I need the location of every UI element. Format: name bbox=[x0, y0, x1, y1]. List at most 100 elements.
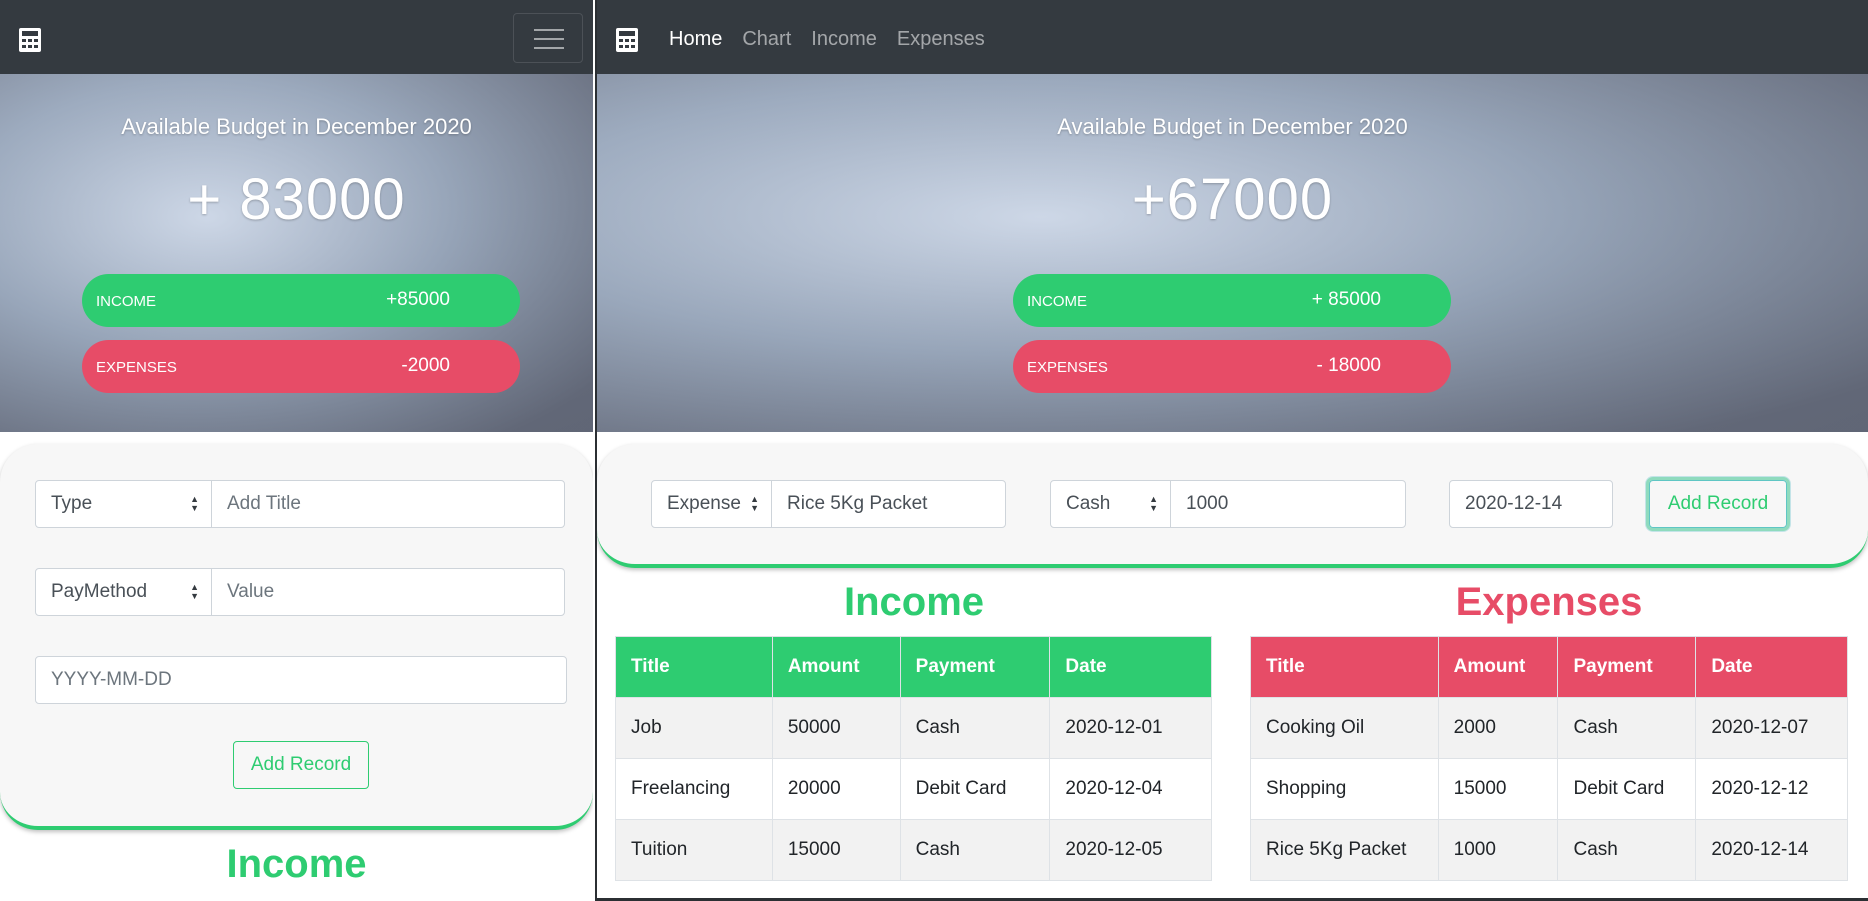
income-summary: INCOME +85000 bbox=[82, 274, 520, 327]
select-arrows-icon: ▲ ▼ bbox=[750, 494, 759, 513]
expenses-table: Title Amount Payment Date Cooking Oil 20… bbox=[1250, 636, 1848, 881]
expenses-value: - 18000 bbox=[1316, 355, 1381, 376]
cell-title: Tuition bbox=[615, 819, 773, 881]
cell-amount: 1000 bbox=[1437, 819, 1559, 881]
value-placeholder: Value bbox=[227, 581, 275, 602]
hamburger-menu-button[interactable] bbox=[513, 13, 583, 63]
cell-amount: 15000 bbox=[771, 819, 901, 881]
expenses-value: -2000 bbox=[401, 355, 450, 376]
hamburger-icon bbox=[534, 38, 564, 40]
nav-expenses[interactable]: Expenses bbox=[897, 28, 985, 51]
cell-title: Rice 5Kg Packet bbox=[1250, 819, 1439, 881]
table-row: Cooking Oil 2000 Cash 2020-12-07 bbox=[1250, 697, 1848, 759]
type-select-value: Expense bbox=[667, 493, 741, 514]
date-input[interactable]: YYYY-MM-DD bbox=[35, 656, 567, 704]
cell-payment: Cash bbox=[899, 819, 1051, 881]
cell-date: 2020-12-05 bbox=[1049, 819, 1212, 881]
title-input[interactable]: Add Title bbox=[211, 480, 565, 528]
add-record-button[interactable]: Add Record bbox=[233, 741, 369, 789]
column-header: Date bbox=[1049, 636, 1212, 698]
table-row: Rice 5Kg Packet 1000 Cash 2020-12-14 bbox=[1250, 819, 1848, 881]
column-header: Payment bbox=[899, 636, 1051, 698]
expenses-heading: Expenses bbox=[1455, 580, 1643, 624]
date-input[interactable]: 2020-12-14 bbox=[1449, 480, 1613, 528]
title-input[interactable]: Rice 5Kg Packet bbox=[771, 480, 1006, 528]
cell-payment: Debit Card bbox=[1557, 758, 1697, 820]
type-select[interactable]: Type ▲ ▼ bbox=[35, 480, 212, 528]
hamburger-icon bbox=[534, 29, 564, 31]
hamburger-icon bbox=[534, 47, 564, 49]
calculator-icon[interactable] bbox=[18, 28, 42, 52]
type-select-value: Type bbox=[51, 493, 93, 514]
cell-title: Cooking Oil bbox=[1250, 697, 1439, 759]
add-record-form: Type ▲ ▼ Add Title PayMethod ▲ ▼ Value YYY… bbox=[0, 444, 593, 830]
budget-title: Available Budget in December 2020 bbox=[1057, 114, 1408, 139]
budget-hero: Available Budget in December 2020 +67000… bbox=[597, 74, 1868, 432]
desktop-view: Home Chart Income Expenses Available Bud… bbox=[595, 0, 1868, 901]
mobile-view: Available Budget in December 2020 + 8300… bbox=[0, 0, 593, 901]
expenses-summary: EXPENSES - 18000 bbox=[1013, 340, 1451, 393]
cell-date: 2020-12-04 bbox=[1049, 758, 1212, 820]
select-arrows-icon: ▲ ▼ bbox=[190, 582, 199, 601]
cell-payment: Cash bbox=[899, 697, 1051, 759]
nav-links: Home Chart Income Expenses bbox=[669, 28, 985, 51]
income-summary: INCOME + 85000 bbox=[1013, 274, 1451, 327]
column-header: Title bbox=[1250, 636, 1439, 698]
table-row: Tuition 15000 Cash 2020-12-05 bbox=[615, 819, 1212, 881]
column-header: Date bbox=[1695, 636, 1848, 698]
budget-title: Available Budget in December 2020 bbox=[121, 114, 472, 139]
column-header: Title bbox=[615, 636, 773, 698]
navbar bbox=[0, 0, 593, 74]
budget-hero: Available Budget in December 2020 + 8300… bbox=[0, 74, 593, 432]
income-label: INCOME bbox=[96, 293, 156, 310]
nav-chart[interactable]: Chart bbox=[742, 28, 791, 51]
paymethod-select-value: PayMethod bbox=[51, 581, 148, 602]
table-row: Freelancing 20000 Debit Card 2020-12-04 bbox=[615, 758, 1212, 820]
cell-amount: 2000 bbox=[1437, 697, 1559, 759]
income-heading: Income bbox=[226, 842, 367, 886]
type-select[interactable]: Expense ▲ ▼ bbox=[651, 480, 772, 528]
cell-amount: 20000 bbox=[771, 758, 901, 820]
column-header: Payment bbox=[1557, 636, 1697, 698]
expenses-label: EXPENSES bbox=[96, 359, 177, 376]
income-heading: Income bbox=[843, 580, 985, 624]
table-row: Job 50000 Cash 2020-12-01 bbox=[615, 697, 1212, 759]
select-arrows-icon: ▲ ▼ bbox=[190, 494, 199, 513]
nav-home[interactable]: Home bbox=[669, 28, 722, 51]
add-record-button[interactable]: Add Record bbox=[1649, 480, 1787, 528]
budget-amount: + 83000 bbox=[187, 167, 406, 232]
paymethod-select-value: Cash bbox=[1066, 493, 1111, 514]
cell-date: 2020-12-14 bbox=[1695, 819, 1848, 881]
cell-date: 2020-12-01 bbox=[1049, 697, 1212, 759]
nav-income[interactable]: Income bbox=[811, 28, 877, 51]
expenses-summary: EXPENSES -2000 bbox=[82, 340, 520, 393]
date-placeholder: YYYY-MM-DD bbox=[51, 669, 172, 690]
income-table: Title Amount Payment Date Job 50000 Cash… bbox=[615, 636, 1212, 881]
expenses-label: EXPENSES bbox=[1027, 359, 1108, 376]
paymethod-select[interactable]: Cash ▲ ▼ bbox=[1050, 480, 1171, 528]
table-header-row: Title Amount Payment Date bbox=[615, 636, 1212, 698]
cell-amount: 15000 bbox=[1437, 758, 1559, 820]
table-header-row: Title Amount Payment Date bbox=[1250, 636, 1848, 698]
cell-payment: Cash bbox=[1557, 697, 1697, 759]
income-value: + 85000 bbox=[1311, 289, 1381, 310]
navbar: Home Chart Income Expenses bbox=[597, 0, 1868, 74]
income-value: +85000 bbox=[386, 289, 450, 310]
add-record-form: Expense ▲ ▼ Rice 5Kg Packet Cash ▲ ▼ 1000 … bbox=[597, 444, 1868, 568]
cell-date: 2020-12-12 bbox=[1695, 758, 1848, 820]
table-row: Shopping 15000 Debit Card 2020-12-12 bbox=[1250, 758, 1848, 820]
cell-title: Job bbox=[615, 697, 773, 759]
select-arrows-icon: ▲ ▼ bbox=[1149, 494, 1158, 513]
title-placeholder: Add Title bbox=[227, 493, 301, 514]
column-header: Amount bbox=[1437, 636, 1559, 698]
value-input[interactable]: Value bbox=[211, 568, 565, 616]
calculator-icon[interactable] bbox=[615, 28, 639, 52]
column-header: Amount bbox=[771, 636, 901, 698]
value-input[interactable]: 1000 bbox=[1170, 480, 1406, 528]
paymethod-select[interactable]: PayMethod ▲ ▼ bbox=[35, 568, 212, 616]
cell-date: 2020-12-07 bbox=[1695, 697, 1848, 759]
cell-payment: Debit Card bbox=[899, 758, 1051, 820]
cell-title: Shopping bbox=[1250, 758, 1439, 820]
cell-title: Freelancing bbox=[615, 758, 773, 820]
cell-amount: 50000 bbox=[771, 697, 901, 759]
